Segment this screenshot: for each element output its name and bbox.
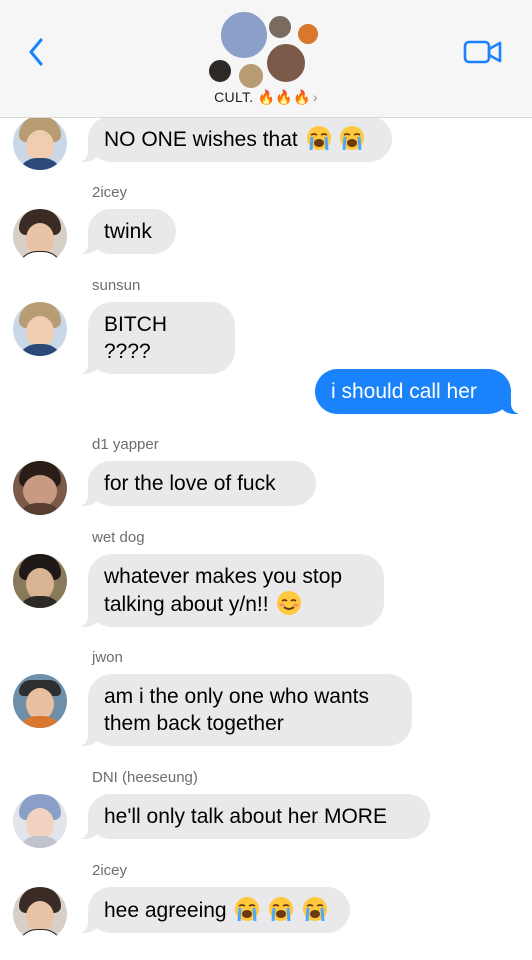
message-text: twink: [104, 220, 152, 243]
avatar-sunsun[interactable]: [13, 302, 67, 356]
crying-emoji-icon: [235, 897, 260, 922]
message-bubble[interactable]: whatever makes you stop talking about y/…: [78, 554, 384, 627]
conversation-header: CULT. 🔥🔥🔥 ›: [0, 0, 532, 118]
sender-name: sunsun: [92, 277, 141, 294]
video-call-button[interactable]: [463, 38, 503, 66]
message-bubble[interactable]: he'll only talk about her MORE: [78, 794, 430, 839]
group-member-avatar: [207, 58, 233, 84]
avatar-2icey[interactable]: [13, 887, 67, 941]
message-bubble[interactable]: for the love of fuck: [78, 461, 316, 506]
group-avatar-cluster[interactable]: [205, 10, 330, 90]
message-text: he'll only talk about her MORE: [104, 805, 387, 828]
message-text: whatever makes you stop talking about y/…: [104, 565, 343, 616]
sender-name: jwon: [92, 649, 123, 666]
sender-name: DNI (heeseung): [92, 769, 198, 786]
message-text: am i the only one who wants them back to…: [104, 685, 369, 735]
message-text: BITCH ????: [104, 313, 167, 363]
group-name-button[interactable]: CULT. 🔥🔥🔥 ›: [0, 89, 532, 106]
crying-emoji-icon: [306, 126, 331, 151]
message-thread[interactable]: NO ONE wishes that 2icey twink sunsun BI…: [0, 0, 532, 960]
chevron-left-icon: [29, 38, 43, 66]
avatar-jwon[interactable]: [13, 674, 67, 728]
message-bubble-outgoing[interactable]: i should call her: [315, 369, 521, 414]
avatar-2icey[interactable]: [13, 209, 67, 263]
avatar-wet-dog[interactable]: [13, 554, 67, 608]
group-member-avatar: [219, 10, 269, 60]
crying-emoji-icon: [340, 126, 365, 151]
crying-emoji-icon: [303, 897, 328, 922]
group-member-avatar: [237, 62, 265, 90]
group-name: CULT. 🔥🔥🔥: [214, 89, 311, 105]
group-member-avatar: [265, 42, 307, 84]
message-text: for the love of fuck: [104, 472, 276, 495]
message-text: NO ONE wishes that: [104, 128, 298, 151]
message-bubble[interactable]: twink: [78, 209, 176, 254]
crying-emoji-icon: [269, 897, 294, 922]
sender-name: d1 yapper: [92, 436, 159, 453]
message-bubble[interactable]: hee agreeing: [78, 887, 350, 933]
sender-name: 2icey: [92, 184, 128, 201]
message-bubble[interactable]: am i the only one who wants them back to…: [78, 674, 412, 746]
avatar-heeseung[interactable]: [13, 794, 67, 848]
chevron-right-icon: ›: [312, 89, 318, 105]
blush-emoji-icon: [277, 591, 302, 615]
message-bubble[interactable]: NO ONE wishes that: [78, 116, 392, 162]
group-member-avatar: [267, 14, 293, 40]
sender-name: wet dog: [92, 529, 145, 546]
back-button[interactable]: [22, 36, 50, 68]
message-text: i should call her: [331, 380, 477, 403]
video-camera-icon: [463, 40, 502, 64]
sender-name: 2icey: [92, 862, 128, 879]
message-bubble[interactable]: BITCH ????: [78, 302, 235, 374]
avatar-sunsun[interactable]: [13, 116, 67, 170]
group-member-avatar: [296, 22, 320, 46]
message-text: hee agreeing: [104, 899, 227, 922]
avatar-d1-yapper[interactable]: [13, 461, 67, 515]
